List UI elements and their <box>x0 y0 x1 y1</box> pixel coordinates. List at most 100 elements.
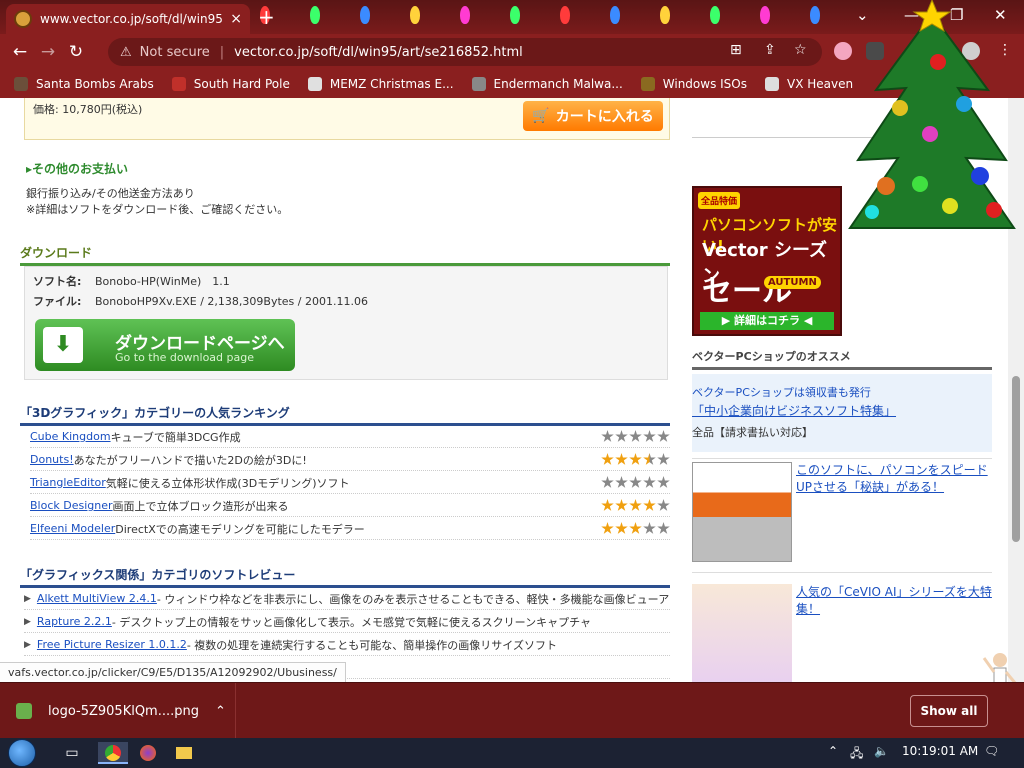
cevio-promo-image[interactable] <box>692 584 792 682</box>
address-bar[interactable]: ⚠ Not secure | vector.co.jp/soft/dl/win9… <box>108 38 822 66</box>
tray-chevron-icon[interactable]: ⌃ <box>828 744 838 758</box>
ranking-description: 画面上で立体ブロック造形が出来る <box>112 499 289 513</box>
start-button[interactable] <box>8 739 36 767</box>
ranking-software-link[interactable]: Elfeeni Modeler <box>30 522 115 535</box>
bookmark-star-icon[interactable]: ☆ <box>794 42 807 58</box>
star-icon <box>643 499 656 511</box>
download-item[interactable]: logo-5Z905KlQm....png ⌃ <box>16 683 236 739</box>
warning-icon[interactable]: ⚠ <box>120 45 132 60</box>
ranking-software-link[interactable]: TriangleEditor <box>30 476 106 489</box>
maximize-icon[interactable]: ❐ <box>950 6 963 24</box>
cart-icon: 🛒 <box>532 108 550 124</box>
christmas-lights-decoration <box>250 2 864 30</box>
review-heading: 「グラフィックス関係」カテゴリのソフトレビュー <box>20 566 670 588</box>
star-icon <box>657 522 670 534</box>
back-icon[interactable]: ← <box>6 42 34 62</box>
review-software-link[interactable]: Rapture 2.2.1 <box>37 615 112 628</box>
reload-icon[interactable]: ↻ <box>62 42 90 62</box>
speedup-promo-link[interactable]: このソフトに、パソコンをスピードUPさせる「秘訣」がある！ <box>796 462 992 496</box>
bookmarks-bar: Santa Bombs Arabs South Hard Pole MEMZ C… <box>0 70 1024 98</box>
review-software-link[interactable]: Alkett MultiView 2.4.1 <box>37 592 157 605</box>
tab-search-icon[interactable]: ⌄ <box>856 6 869 24</box>
star-icon <box>601 499 614 511</box>
page-scrollbar[interactable] <box>1008 98 1024 682</box>
speedup-promo-image[interactable] <box>692 462 792 562</box>
review-row: ▶ Free Picture Resizer 1.0.1.2 - 複数の処理を連続… <box>24 634 670 656</box>
menu-kebab-icon[interactable]: ⋮ <box>998 42 1012 58</box>
add-to-cart-button[interactable]: 🛒 カートに入れる <box>523 101 663 131</box>
scrollbar-thumb[interactable] <box>1012 376 1020 542</box>
software-name: Bonobo-HP(WinMe) 1.1 <box>95 275 230 288</box>
star-icon <box>643 476 656 488</box>
new-tab-button[interactable]: + <box>258 5 275 29</box>
ranking-software-link[interactable]: Cube Kingdom <box>30 430 111 443</box>
star-icon <box>657 499 670 511</box>
notification-icon[interactable]: 🗨 <box>984 744 999 758</box>
network-icon[interactable]: 🖧 <box>850 744 863 765</box>
review-row: ▶ Alkett MultiView 2.4.1 - ウィンドウ枠などを非表示にし… <box>24 588 670 610</box>
star-icon <box>643 430 656 442</box>
review-description: - デスクトップ上の情報をサッと画像化して表示。メモ感覚で気軽に使えるスクリーン… <box>111 615 592 629</box>
star-icon <box>601 476 614 488</box>
chrome-taskbar-icon[interactable] <box>98 742 128 764</box>
browser-toolbar: ← → ↻ ⚠ Not secure | vector.co.jp/soft/d… <box>0 34 1024 70</box>
star-icon <box>657 430 670 442</box>
season-sale-banner[interactable]: 全品特価 パソコンソフトが安い! Vector シーズン セール AUTUMN … <box>692 186 842 336</box>
file-explorer-taskbar-icon[interactable] <box>172 742 196 764</box>
security-label[interactable]: Not secure <box>140 45 210 60</box>
ranking-software-link[interactable]: Block Designer <box>30 499 113 512</box>
bullet-triangle-icon: ▶ <box>24 616 31 627</box>
star-icon <box>657 453 670 465</box>
ranking-description: 気軽に使える立体形状作成(3Dモデリング)ソフト <box>105 476 350 490</box>
rating-stars <box>601 476 670 489</box>
payment-note-2: ※詳細はソフトをダウンロード後、ご確認ください。 <box>26 203 289 216</box>
chevron-up-icon[interactable]: ⌃ <box>215 704 226 719</box>
bookmark-favicon-icon <box>171 77 186 91</box>
firefox-taskbar-icon[interactable] <box>136 742 160 764</box>
bookmark-item[interactable]: Santa Bombs Arabs <box>14 77 154 91</box>
translate-icon[interactable]: ⊞ <box>730 42 742 58</box>
minimize-icon[interactable]: — <box>904 6 919 24</box>
payment-note-1: 銀行振り込み/その他送金方法あり <box>26 187 195 200</box>
star-icon <box>615 430 628 442</box>
download-page-button[interactable]: ⬇ ダウンロードページへ Go to the download page <box>35 319 295 371</box>
volume-icon[interactable]: 🔈 <box>874 744 889 758</box>
bookmark-item[interactable]: Windows ISOs <box>640 77 747 91</box>
star-icon <box>629 522 642 534</box>
extension-s-icon[interactable] <box>866 42 884 60</box>
business-software-link[interactable]: 「中小企業向けビジネスソフト特集」 <box>692 402 896 419</box>
ranking-description: キューブで簡単3DCG作成 <box>110 430 241 444</box>
close-window-icon[interactable]: ✕ <box>994 6 1007 24</box>
clock[interactable]: 10:19:01 AM <box>902 744 978 758</box>
show-all-button[interactable]: Show all <box>910 695 988 727</box>
bookmark-favicon-icon <box>765 77 779 91</box>
star-icon <box>601 522 614 534</box>
task-view-icon[interactable]: ▭ <box>60 742 84 764</box>
bookmark-item[interactable]: South Hard Pole <box>171 77 290 91</box>
review-description: - 複数の処理を連続実行することも可能な、簡単操作の画像リサイズソフト <box>186 638 557 652</box>
cevio-promo-link[interactable]: 人気の「CeVIO AI」シリーズを大特集！ <box>796 584 992 618</box>
browser-tab[interactable]: www.vector.co.jp/soft/dl/win95/a × <box>6 4 250 34</box>
extension-icon[interactable] <box>834 42 852 60</box>
tab-title: www.vector.co.jp/soft/dl/win95/a <box>40 12 223 26</box>
web-page: 価格: 10,780円(税込) 🛒 カートに入れる ▸その他のお支払い 銀行振り… <box>0 98 1008 682</box>
share-icon[interactable]: ⇪ <box>764 42 776 58</box>
rating-stars <box>601 499 670 512</box>
tab-close-icon[interactable]: × <box>230 11 242 27</box>
bookmark-item[interactable]: MEMZ Christmas E... <box>307 77 454 91</box>
ranking-heading: 「3Dグラフィック」カテゴリーの人気ランキング <box>20 404 670 426</box>
star-icon <box>615 453 628 465</box>
profile-avatar-icon[interactable] <box>962 42 980 60</box>
bookmark-item[interactable]: VX Heaven <box>765 77 853 91</box>
bookmark-favicon-icon <box>14 77 28 91</box>
review-software-link[interactable]: Free Picture Resizer 1.0.1.2 <box>37 638 187 651</box>
bookmark-item[interactable]: Endermanch Malwa... <box>471 77 623 91</box>
review-row: ▶ Rapture 2.2.1 - デスクトップ上の情報をサッと画像化して表示。メ… <box>24 611 670 633</box>
star-icon <box>643 453 656 465</box>
forward-icon[interactable]: → <box>34 42 62 62</box>
url-text[interactable]: vector.co.jp/soft/dl/win95/art/se216852.… <box>234 45 523 60</box>
star-icon <box>601 430 614 442</box>
rating-stars <box>601 522 670 535</box>
ranking-software-link[interactable]: Donuts! <box>30 453 74 466</box>
bookmark-favicon-icon <box>471 77 486 91</box>
